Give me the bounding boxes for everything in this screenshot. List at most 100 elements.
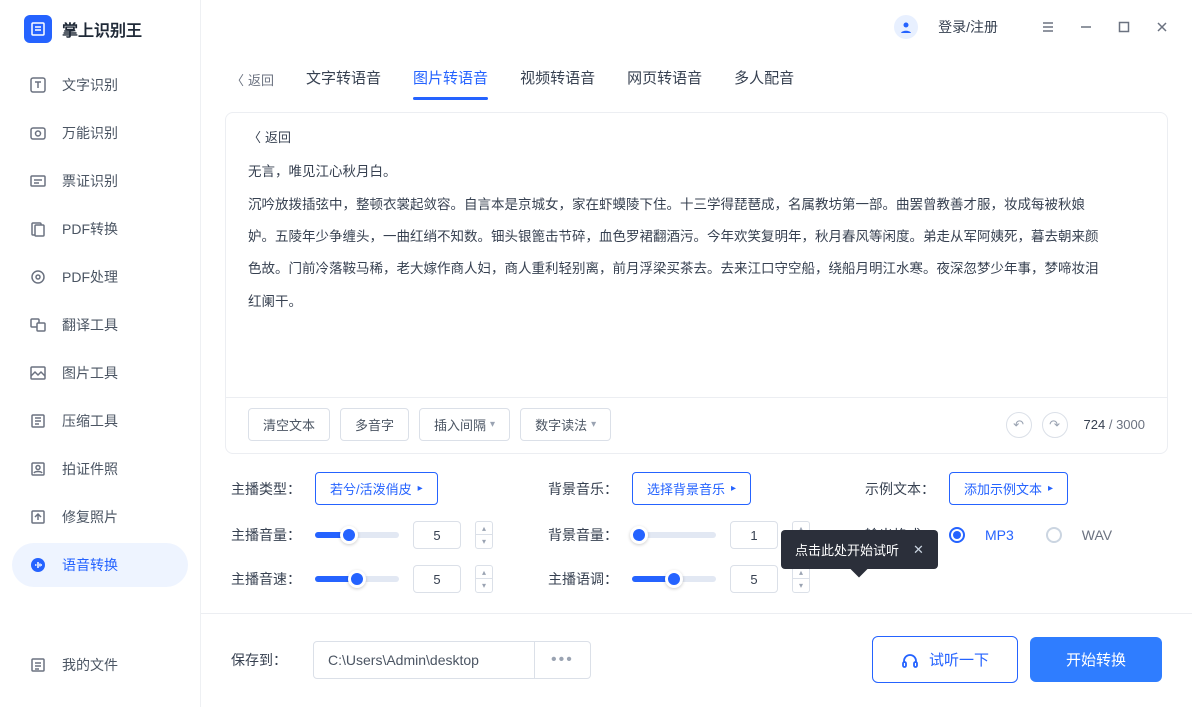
caret-right-icon: ▸	[731, 483, 736, 494]
radio-wav[interactable]	[1046, 527, 1062, 543]
tabs-row: 〈返回 文字转语音 图片转语音 视频转语音 网页转语音 多人配音	[201, 53, 1192, 100]
sample-text-select[interactable]: 添加示例文本▸	[949, 472, 1068, 505]
sidebar-item-text-ocr[interactable]: 文字识别	[12, 63, 188, 107]
preview-button[interactable]: 试听一下	[872, 636, 1018, 683]
bg-volume-slider[interactable]	[632, 532, 716, 538]
text-icon	[28, 75, 48, 95]
undo-button[interactable]: ↶	[1006, 412, 1032, 438]
text-line: 沉吟放拨插弦中，整顿衣裳起敛容。自言本是京城女，家在虾蟆陵下住。十三学得琵琶成，…	[248, 189, 1145, 221]
footer: 保存到： C:\Users\Admin\desktop ••• 试听一下 开始转…	[201, 613, 1192, 707]
tab-video-to-speech[interactable]: 视频转语音	[520, 59, 595, 100]
redo-button[interactable]: ↷	[1042, 412, 1068, 438]
sidebar-item-pdf-process[interactable]: PDF处理	[12, 255, 188, 299]
anchor-type-field: 主播类型： 若兮/活泼俏皮▸	[231, 472, 528, 505]
save-path-input[interactable]: C:\Users\Admin\desktop	[314, 643, 534, 677]
sidebar-item-compress[interactable]: 压缩工具	[12, 399, 188, 443]
save-path-field: C:\Users\Admin\desktop •••	[313, 641, 591, 679]
sample-text-label: 示例文本：	[865, 479, 935, 499]
image-icon	[28, 363, 48, 383]
preview-tooltip: 点击此处开始试听 ✕	[781, 530, 938, 569]
folder-icon	[28, 655, 48, 675]
login-register-link[interactable]: 登录/注册	[938, 17, 998, 37]
text-line: 红阑干。	[248, 286, 1145, 318]
radio-mp3[interactable]	[949, 527, 965, 543]
bg-music-label: 背景音乐：	[548, 479, 618, 499]
anchor-type-select[interactable]: 若兮/活泼俏皮▸	[315, 472, 438, 505]
sidebar-item-image-tools[interactable]: 图片工具	[12, 351, 188, 395]
caret-right-icon: ▸	[418, 483, 423, 494]
anchor-speed-value: 5	[413, 565, 461, 593]
tabs-back-button[interactable]: 〈返回	[231, 70, 274, 89]
app-logo: 掌上识别王	[0, 15, 200, 63]
polyphone-button[interactable]: 多音字	[340, 408, 409, 441]
sidebar-item-label: 图片工具	[62, 363, 118, 383]
sidebar-item-audio-convert[interactable]: 语音转换	[12, 543, 188, 587]
anchor-volume-spinner[interactable]: ▴▾	[475, 521, 493, 549]
sidebar-item-label: PDF处理	[62, 267, 118, 287]
close-button[interactable]	[1152, 17, 1172, 37]
avatar-icon[interactable]	[894, 15, 918, 39]
tab-image-to-speech[interactable]: 图片转语音	[413, 59, 488, 100]
sidebar-item-label: 我的文件	[62, 655, 118, 675]
insert-interval-button[interactable]: 插入间隔▾	[419, 408, 510, 441]
sidebar-item-label: 拍证件照	[62, 459, 118, 479]
radio-wav-label[interactable]: WAV	[1082, 527, 1112, 543]
tab-text-to-speech[interactable]: 文字转语音	[306, 59, 381, 100]
anchor-volume-slider[interactable]	[315, 532, 399, 538]
anchor-speed-field: 主播音速： 5 ▴▾	[231, 565, 528, 593]
sidebar-item-label: PDF转换	[62, 219, 118, 239]
bg-music-field: 背景音乐： 选择背景音乐▸	[548, 472, 845, 505]
anchor-speed-label: 主播音速：	[231, 569, 301, 589]
maximize-button[interactable]	[1114, 17, 1134, 37]
app-name: 掌上识别王	[62, 17, 142, 41]
sidebar-item-label: 万能识别	[62, 123, 118, 143]
minimize-button[interactable]	[1076, 17, 1096, 37]
anchor-speed-spinner[interactable]: ▴▾	[475, 565, 493, 593]
sidebar-items: 文字识别 万能识别 票证识别 PDF转换 PDF处理 翻译工具 图片工具 压缩工…	[0, 63, 200, 587]
sidebar-item-universal-ocr[interactable]: 万能识别	[12, 111, 188, 155]
text-line: 无言，唯见江心秋月白。	[248, 156, 1145, 188]
tab-web-to-speech[interactable]: 网页转语音	[627, 59, 702, 100]
anchor-tone-slider[interactable]	[632, 576, 716, 582]
anchor-tone-spinner[interactable]: ▴▾	[792, 565, 810, 593]
bg-volume-value: 1	[730, 521, 778, 549]
sidebar-item-label: 票证识别	[62, 171, 118, 191]
sidebar-item-label: 翻译工具	[62, 315, 118, 335]
bg-music-select[interactable]: 选择背景音乐▸	[632, 472, 751, 505]
sidebar-item-pdf-convert[interactable]: PDF转换	[12, 207, 188, 251]
sidebar: 掌上识别王 文字识别 万能识别 票证识别 PDF转换 PDF处理 翻译工具 图片…	[0, 0, 200, 707]
sidebar-item-translate[interactable]: 翻译工具	[12, 303, 188, 347]
text-toolbar: 清空文本 多音字 插入间隔▾ 数字读法▾ ↶ ↷ 724 / 3000	[226, 397, 1167, 441]
sidebar-item-restore-photo[interactable]: 修复照片	[12, 495, 188, 539]
chevron-down-icon[interactable]: ▾	[476, 535, 492, 548]
char-counter: 724 / 3000	[1084, 417, 1145, 432]
chevron-left-icon: 〈	[248, 127, 261, 146]
sidebar-item-label: 压缩工具	[62, 411, 118, 431]
anchor-speed-slider[interactable]	[315, 576, 399, 582]
chevron-up-icon[interactable]: ▴	[476, 566, 492, 579]
clear-text-button[interactable]: 清空文本	[248, 408, 330, 441]
anchor-type-label: 主播类型：	[231, 479, 301, 499]
text-content[interactable]: 无言，唯见江心秋月白。 沉吟放拨插弦中，整顿衣裳起敛容。自言本是京城女，家在虾蟆…	[226, 150, 1167, 397]
tooltip-text: 点击此处开始试听	[795, 540, 899, 559]
anchor-volume-label: 主播音量：	[231, 525, 301, 545]
sidebar-item-id-photo[interactable]: 拍证件照	[12, 447, 188, 491]
sidebar-item-ticket-ocr[interactable]: 票证识别	[12, 159, 188, 203]
chevron-down-icon[interactable]: ▾	[476, 579, 492, 592]
sidebar-item-my-files[interactable]: 我的文件	[12, 643, 188, 687]
radio-mp3-label[interactable]: MP3	[985, 527, 1014, 543]
start-convert-button[interactable]: 开始转换	[1030, 637, 1162, 682]
save-to-label: 保存到：	[231, 650, 301, 670]
content-back-button[interactable]: 〈返回	[226, 125, 1167, 150]
text-line: 色故。门前冷落鞍马稀，老大嫁作商人妇，商人重利轻别离，前月浮梁买茶去。去来江口守…	[248, 253, 1145, 285]
anchor-volume-value: 5	[413, 521, 461, 549]
tooltip-close-icon[interactable]: ✕	[913, 542, 924, 558]
ticket-icon	[28, 171, 48, 191]
browse-button[interactable]: •••	[534, 642, 590, 678]
menu-icon[interactable]	[1038, 17, 1058, 37]
id-photo-icon	[28, 459, 48, 479]
chevron-up-icon[interactable]: ▴	[476, 522, 492, 535]
tab-multi-dubbing[interactable]: 多人配音	[734, 59, 794, 100]
chevron-down-icon[interactable]: ▾	[793, 579, 809, 592]
number-reading-button[interactable]: 数字读法▾	[520, 408, 611, 441]
